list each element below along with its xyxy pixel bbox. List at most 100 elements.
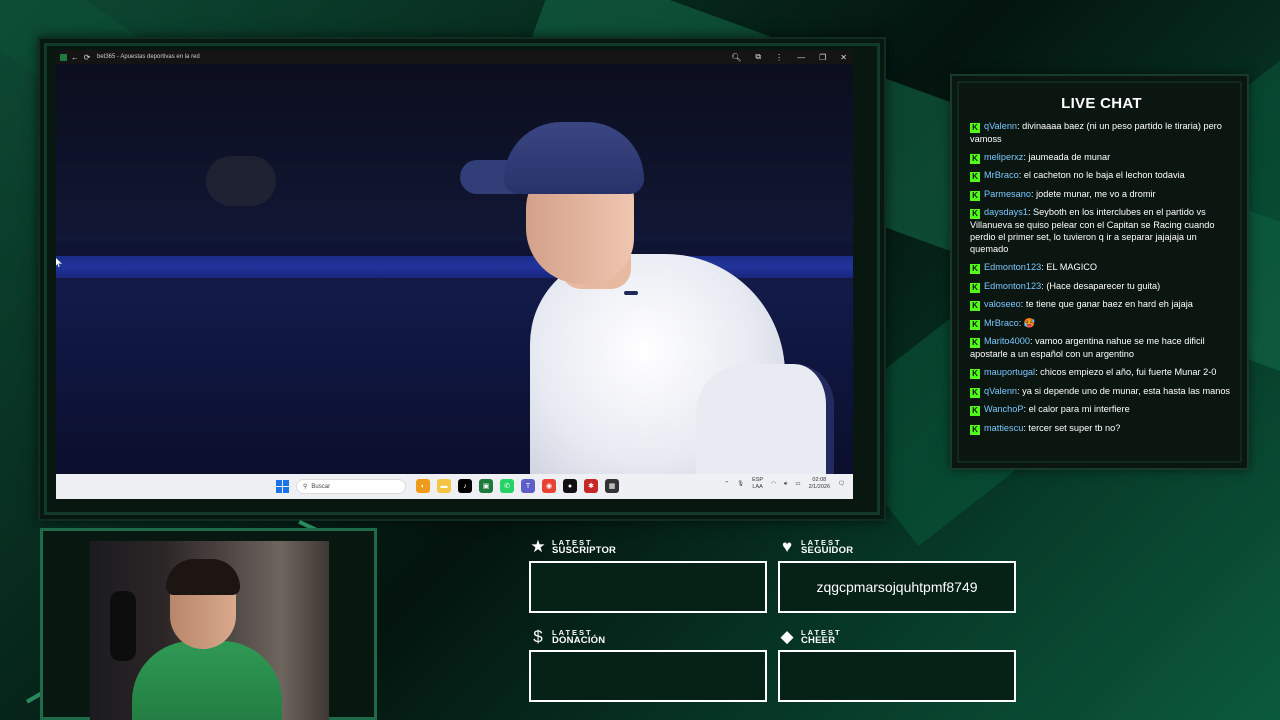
kick-badge-icon: K bbox=[970, 282, 980, 293]
clock-time: 02:08 bbox=[812, 477, 827, 483]
kick-badge-icon: K bbox=[970, 153, 980, 164]
zoom-icon[interactable]: 🔍︎ bbox=[731, 53, 741, 62]
system-tray: ⌃ 🎙︎ ESP LAA ◠ 🔊︎ ▭ 02:08 2/1/2026 🗨︎ bbox=[725, 477, 846, 491]
chat-text: : jaumeada de munar bbox=[1023, 151, 1111, 162]
heart-icon: ♥ bbox=[781, 537, 793, 556]
latest-donacion-label: $ LATEST DONACIÓN bbox=[529, 628, 605, 646]
diamond-icon: ◆ bbox=[780, 627, 794, 646]
kick-badge-icon: K bbox=[970, 172, 980, 183]
dollar-icon: $ bbox=[533, 627, 543, 646]
language-indicator[interactable]: ESP LAA bbox=[752, 477, 763, 491]
latest-cheer-box bbox=[778, 650, 1016, 702]
clock[interactable]: 02:08 2/1/2026 bbox=[809, 477, 830, 491]
latest-suscriptor-box bbox=[529, 561, 767, 613]
kick-badge-icon: K bbox=[970, 263, 980, 274]
court-wall bbox=[56, 242, 853, 256]
chat-username[interactable]: Parmesano bbox=[984, 189, 1031, 199]
app-red-icon[interactable]: ✱ bbox=[584, 479, 598, 493]
keyboard-layout: LAA bbox=[752, 484, 763, 490]
microphone-icon[interactable]: 🎙︎ bbox=[737, 481, 744, 487]
chat-username[interactable]: Marito4000 bbox=[984, 336, 1030, 346]
network-icon[interactable]: ◠ bbox=[771, 481, 776, 487]
clock-date: 2/1/2026 bbox=[808, 484, 831, 490]
chat-username[interactable]: mattiescu bbox=[984, 423, 1023, 433]
volume-icon[interactable]: 🔊︎ bbox=[784, 481, 787, 488]
chat-message: Kdaysdays1: Seyboth en los interclubes e… bbox=[970, 206, 1232, 255]
latest-seguidor-label: ♥ LATEST SEGUIDOR bbox=[778, 538, 853, 556]
menu-icon[interactable]: ⋮ bbox=[775, 53, 783, 62]
chat-username[interactable]: WanchoP bbox=[984, 404, 1024, 414]
chat-message: K Edmonton123: EL MAGICO bbox=[970, 261, 1232, 274]
widget-big-text: DONACIÓN bbox=[552, 635, 606, 646]
browser-window: ← ⟳ bet365 - Apuestas deportivas en la r… bbox=[56, 50, 853, 499]
chat-message: K MrBraco: el cacheton no le baja el lech… bbox=[970, 169, 1232, 183]
taskbar-search-placeholder: Buscar bbox=[311, 483, 331, 490]
latest-suscriptor-label: ★ LATEST SUSCRIPTOR bbox=[529, 538, 616, 556]
teams-icon[interactable]: T bbox=[521, 479, 535, 493]
shirt-logo bbox=[624, 291, 638, 295]
reload-icon[interactable]: ⟳ bbox=[83, 53, 91, 62]
chat-text: : el calor para mi interfiere bbox=[1023, 404, 1130, 415]
obs-icon[interactable]: ● bbox=[563, 479, 577, 493]
widget-big-text: CHEER bbox=[801, 635, 836, 646]
kick-badge-icon: K bbox=[970, 368, 980, 379]
chat-username[interactable]: valoseeo bbox=[984, 299, 1021, 309]
chat-username[interactable]: MrBraco bbox=[984, 318, 1019, 328]
chevron-up-icon[interactable]: ⌃ bbox=[725, 481, 730, 487]
extensions-icon[interactable]: ⧉ bbox=[755, 52, 761, 62]
kick-badge-icon: K bbox=[970, 406, 980, 417]
tiktok-icon[interactable]: ♪ bbox=[458, 479, 472, 493]
file-explorer-icon[interactable]: ▬ bbox=[437, 479, 451, 493]
chat-text: : tercer set super tb no? bbox=[1023, 422, 1121, 433]
chat-message: K Edmonton123: (Hace desaparecer tu guita… bbox=[970, 280, 1232, 293]
chat-text: : el cacheton no le baja el lechon todav… bbox=[1018, 170, 1185, 181]
taskbar-search[interactable]: ⚲ Buscar bbox=[296, 479, 406, 494]
widget-big-text: SUSCRIPTOR bbox=[552, 545, 617, 556]
chat-text: : 🥵 bbox=[1018, 317, 1036, 328]
chat-username[interactable]: daysdays1 bbox=[984, 207, 1028, 217]
microphone-arm bbox=[110, 591, 136, 661]
streamer-shirt bbox=[132, 641, 282, 720]
chat-username[interactable]: qValenn bbox=[984, 121, 1017, 131]
chat-text: : (Hace desaparecer tu guita) bbox=[1041, 280, 1161, 291]
chat-message: K WanchoP: el calor para mi interfiere bbox=[970, 403, 1232, 417]
close-icon[interactable]: ✕ bbox=[840, 53, 847, 62]
browser-titlebar: ← ⟳ bet365 - Apuestas deportivas en la r… bbox=[56, 50, 853, 64]
taskbar-apps: ◐ ▬ ♪ ▣ ✆ T ◉ ● ✱ ▦ bbox=[416, 479, 619, 493]
back-arrow-icon[interactable]: ← bbox=[71, 53, 79, 62]
bet365-icon[interactable]: ▣ bbox=[479, 479, 493, 493]
chat-username[interactable]: meliperxz bbox=[984, 152, 1023, 162]
kick-badge-icon: K bbox=[970, 190, 980, 201]
chat-message: K MrBraco: 🥵 bbox=[970, 317, 1232, 330]
chat-username[interactable]: Edmonton123 bbox=[984, 281, 1041, 291]
chat-message: Kmauportugal: chicos empiezo el año, fui… bbox=[970, 366, 1232, 379]
chrome-icon[interactable]: ◉ bbox=[542, 479, 556, 493]
chat-text: : EL MAGICO bbox=[1041, 261, 1098, 272]
notifications-icon[interactable]: 🗨︎ bbox=[838, 481, 845, 487]
chat-message: K Marito4000: vamoo argentina nahue se me… bbox=[970, 335, 1232, 360]
minimize-icon[interactable]: — bbox=[797, 53, 805, 62]
chat-message: Kmeliperxz: jaumeada de munar bbox=[970, 151, 1232, 164]
copilot-icon[interactable]: ◐ bbox=[416, 479, 430, 493]
tv-camera-shape bbox=[206, 156, 276, 206]
chat-username[interactable]: qValenn bbox=[984, 386, 1017, 396]
tennis-stream-video[interactable] bbox=[56, 64, 853, 474]
whatsapp-icon[interactable]: ✆ bbox=[500, 479, 514, 493]
kick-badge-icon: K bbox=[970, 319, 980, 330]
widget-big-text: SEGUIDOR bbox=[801, 545, 854, 556]
kick-badge-icon: K bbox=[970, 123, 980, 133]
app-dark-icon[interactable]: ▦ bbox=[605, 479, 619, 493]
language-code: ESP bbox=[752, 477, 764, 483]
battery-icon[interactable]: ▭ bbox=[795, 481, 800, 487]
chat-username[interactable]: Edmonton123 bbox=[984, 262, 1041, 272]
kick-badge-icon: K bbox=[970, 338, 980, 349]
chat-username[interactable]: MrBraco bbox=[984, 170, 1019, 180]
chat-username[interactable]: mauportugal bbox=[984, 367, 1035, 377]
webcam-video bbox=[90, 541, 329, 720]
live-chat-panel: LIVE CHAT KqValenn: divinaaaa baez (ni u… bbox=[950, 74, 1249, 470]
star-icon: ★ bbox=[530, 537, 546, 556]
windows-start-icon[interactable] bbox=[276, 480, 289, 493]
restore-icon[interactable]: ❐ bbox=[819, 53, 826, 62]
bet365-favicon-icon bbox=[60, 53, 67, 61]
latest-cheer-label: ◆ LATEST CHEER bbox=[778, 628, 842, 646]
